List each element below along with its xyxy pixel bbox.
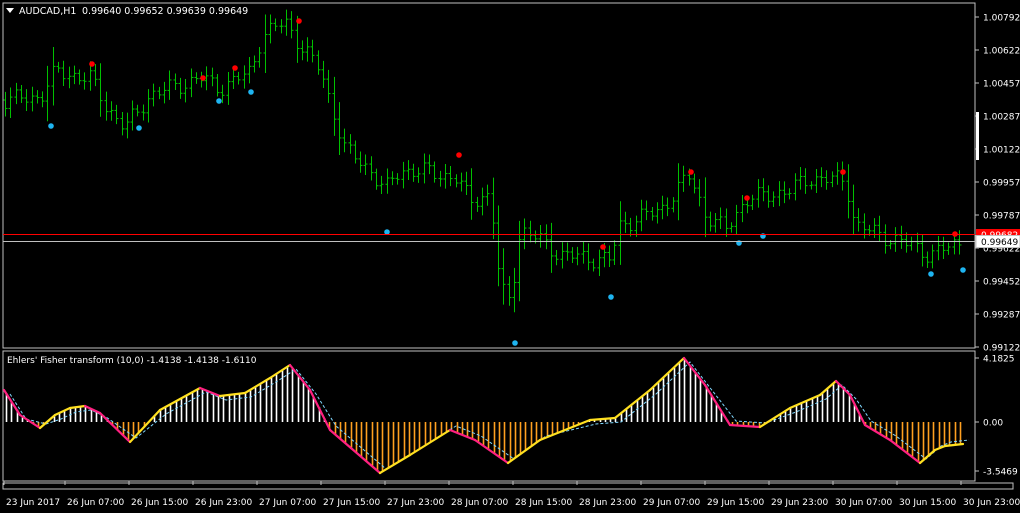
current-price-label: 0.99649 [975,235,1020,248]
fractal-down-dot [960,267,966,273]
fractal-down-dot [136,125,142,131]
symbol-label: AUDCAD,H1 [19,6,76,17]
time-tick-label: 29 Jun 23:00 [771,498,828,508]
fractal-up-dot [89,61,95,67]
time-tick-label: 29 Jun 15:00 [707,498,764,508]
fractal-up-dot [600,244,606,250]
fractal-up-dot [744,195,750,201]
price-tick-label: 1.00457 [983,80,1020,90]
fractal-down-dot [512,340,518,346]
fractal-up-dot [200,75,206,81]
time-tick-label: 23 Jun 2017 [6,498,60,508]
current-price-text: 0.99649 [981,238,1018,248]
price-tick-label: 1.00792 [983,14,1020,24]
time-tick-label: 26 Jun 07:00 [67,498,124,508]
price-tick-label: 0.99787 [983,212,1020,222]
time-tick-label: 27 Jun 07:00 [259,498,316,508]
fractal-down-dot [48,123,54,129]
price-tick-label: 0.99452 [983,278,1020,288]
time-tick-label: 26 Jun 15:00 [131,498,188,508]
fractal-down-dot [928,271,934,277]
ohlc-values: 0.99640 0.99652 0.99639 0.99649 [82,6,248,17]
time-tick-label: 26 Jun 23:00 [195,498,252,508]
time-tick-label: 27 Jun 15:00 [323,498,380,508]
fractal-down-dot [216,98,222,104]
time-tick-label: 28 Jun 07:00 [451,498,508,508]
price-tick-label: 1.00622 [983,47,1020,57]
time-tick-label: 29 Jun 07:00 [643,498,700,508]
time-tick-label: 28 Jun 15:00 [515,498,572,508]
indicator-tick-label: -3.5469 [983,468,1018,478]
indicator-tick-label: 0.00 [983,419,1003,429]
time-tick-label: 28 Jun 23:00 [579,498,636,508]
time-tick-label: 30 Jun 15:00 [899,498,956,508]
fractal-up-dot [688,169,694,175]
price-tick-label: 0.99122 [983,344,1020,354]
fractal-down-dot [608,294,614,300]
price-tick-label: 1.00287 [983,113,1020,123]
time-tick-label: 30 Jun 23:00 [963,498,1020,508]
price-tick-label: 0.99957 [983,179,1020,189]
fractal-up-dot [296,18,302,24]
fractal-up-dot [232,65,238,71]
price-axis-scroll-marker[interactable] [976,112,979,160]
fractal-down-dot [248,89,254,95]
fractal-up-dot [840,169,846,175]
time-tick-label: 30 Jun 07:00 [835,498,892,508]
indicator-tick-label: 4.1825 [983,355,1015,365]
trading-chart-window[interactable]: AUDCAD,H1 0.99640 0.99652 0.99639 0.9964… [0,0,1020,513]
time-tick-label: 27 Jun 23:00 [387,498,444,508]
fractal-up-dot [456,152,462,158]
price-tick-label: 1.00122 [983,146,1020,156]
indicator-title: Ehlers' Fisher transform (10,0) -1.4138 … [7,356,257,366]
price-tick-label: 0.99287 [983,311,1020,321]
fractal-down-dot [384,229,390,235]
